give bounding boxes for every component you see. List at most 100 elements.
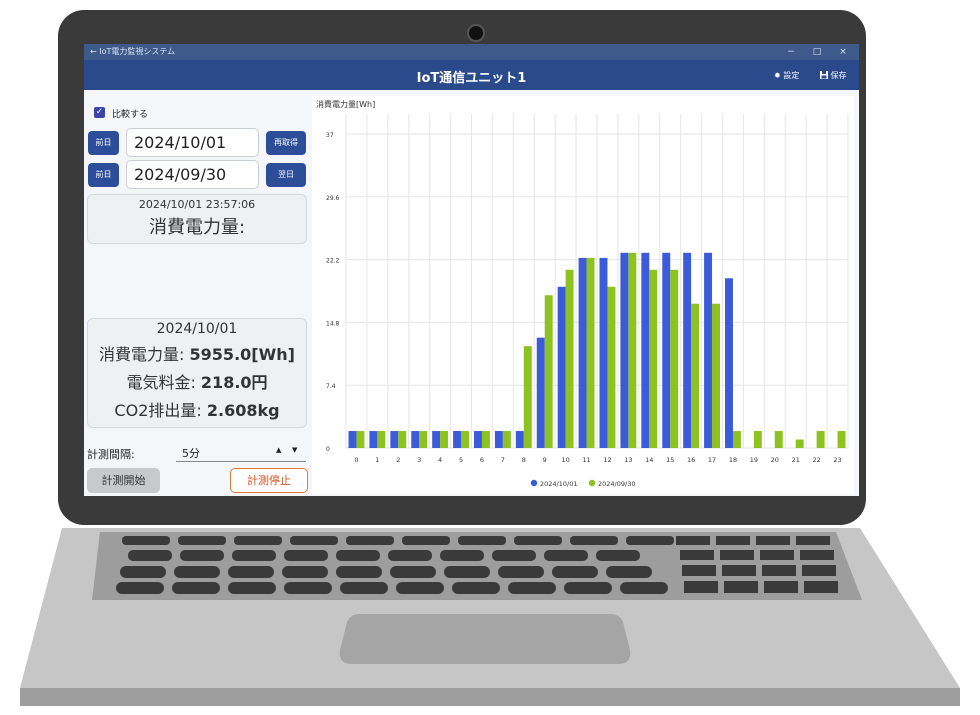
- bar-2024/09/30-18: [732, 431, 741, 448]
- daily-summary-panel: 2024/10/01 消費電力量: 5955.0[Wh] 電気料金: 218.0…: [87, 318, 307, 428]
- power-chart: 消費電力量[Wh]07.414.822.229.6370 1 2 3 4 5 6 7 8 9 10 1…: [312, 96, 854, 494]
- x-tick-label: 6: [480, 456, 484, 464]
- x-tick-label: 23: [833, 456, 841, 464]
- maximize-button[interactable]: □: [810, 44, 824, 60]
- x-tick-label: 17: [708, 456, 716, 464]
- next-day-button[interactable]: 翌日: [266, 163, 306, 187]
- x-tick-label: 19: [750, 456, 758, 464]
- summary-fee-value: 218.0円: [200, 373, 268, 392]
- bar-2024/10/01-17: [704, 252, 713, 448]
- bar-2024/10/01-6: [474, 431, 482, 448]
- bar-2024/09/30-5: [461, 431, 469, 448]
- bar-2024/09/30-14: [649, 269, 658, 448]
- back-arrow-icon[interactable]: ←: [90, 47, 97, 56]
- reload-button[interactable]: 再取得: [266, 131, 306, 155]
- x-tick-label: 14: [645, 456, 653, 464]
- bar-2024/10/01-3: [411, 431, 420, 448]
- x-tick-label: 9: [543, 456, 547, 464]
- bar-2024/09/30-19: [753, 431, 762, 448]
- date-field-2[interactable]: 2024/09/30 (月): [126, 160, 259, 211]
- bar-2024/10/01-4: [432, 431, 441, 448]
- bar-2024/09/30-0: [356, 431, 365, 448]
- interval-label: 計測間隔:: [87, 448, 135, 461]
- x-tick-label: 21: [792, 456, 800, 464]
- bar-2024/10/01-18: [725, 278, 733, 448]
- y-axis-title: 消費電力量[Wh]: [316, 99, 375, 109]
- x-tick-label: 0: [354, 456, 358, 464]
- bar-2024/10/01-12: [599, 257, 608, 448]
- x-tick-label: 20: [771, 456, 779, 464]
- app-header: IoT通信ユニット1 ✹ 設定 保存: [84, 60, 859, 90]
- x-tick-label: 7: [501, 456, 505, 464]
- bar-2024/09/30-12: [607, 286, 616, 448]
- bar-2024/09/30-15: [670, 269, 679, 448]
- bar-2024/09/30-16: [691, 303, 700, 448]
- bar-2024/09/30-4: [440, 431, 449, 448]
- compare-label: 比較する: [112, 110, 149, 120]
- summary-fee: 電気料金: 218.0円: [126, 373, 268, 392]
- bar-2024/09/30-17: [712, 303, 720, 448]
- summary-power: 消費電力量: 5955.0[Wh]: [99, 345, 295, 364]
- x-tick-label: 22: [812, 456, 820, 464]
- bar-2024/10/01-1: [369, 431, 378, 448]
- x-tick-label: 13: [624, 456, 632, 464]
- bar-2024/10/01-8: [515, 431, 524, 448]
- bar-2024/09/30-1: [377, 431, 386, 448]
- bar-2024/10/01-5: [453, 431, 462, 448]
- y-tick-label: 14.8: [326, 320, 340, 327]
- x-tick-label: 2: [396, 456, 400, 464]
- bar-2024/10/01-14: [641, 252, 650, 448]
- y-tick-label: 7.4: [326, 383, 336, 390]
- y-tick-label: 37: [326, 132, 334, 139]
- bar-2024/10/01-13: [620, 252, 629, 448]
- x-tick-label: 3: [417, 456, 421, 464]
- x-tick-label: 4: [438, 456, 442, 464]
- bar-2024/09/30-7: [502, 431, 511, 448]
- save-icon: [820, 71, 828, 79]
- bar-2024/09/30-8: [523, 346, 532, 448]
- page-title: IoT通信ユニット1: [416, 71, 527, 86]
- bar-2024/09/30-13: [628, 252, 637, 448]
- bar-2024/09/30-23: [837, 431, 846, 448]
- bar-2024/10/01-16: [683, 252, 692, 448]
- spin-down-icon[interactable]: ▼: [292, 446, 297, 454]
- bar-2024/09/30-6: [481, 431, 490, 448]
- legend-marker: [530, 479, 538, 487]
- bar-2024/10/01-10: [557, 286, 566, 448]
- interval-select[interactable]: 5分 ▲ ▼: [176, 443, 306, 462]
- bar-2024/10/01-0: [348, 431, 357, 448]
- bar-2024/10/01-7: [494, 431, 503, 448]
- prev-day-button-2[interactable]: 前日: [88, 163, 119, 187]
- touchpad: [339, 614, 631, 664]
- x-tick-label: 8: [522, 456, 526, 464]
- window-titlebar: ← IoT電力監視システム − □ ×: [84, 44, 859, 60]
- current-reading-panel: 2024/10/01 23:57:06 消費電力量:: [87, 194, 307, 244]
- window-title: ← IoT電力監視システム: [90, 47, 176, 56]
- gear-icon: ✹: [774, 71, 781, 80]
- bar-2024/10/01-15: [662, 252, 671, 448]
- minimize-button[interactable]: −: [784, 44, 798, 60]
- legend-label: 2024/09/30: [598, 480, 635, 488]
- settings-button[interactable]: ✹ 設定: [774, 70, 799, 81]
- close-button[interactable]: ×: [836, 44, 850, 60]
- webcam: [467, 24, 485, 42]
- x-tick-label: 18: [729, 456, 737, 464]
- x-tick-label: 10: [561, 456, 569, 464]
- summary-power-value: 5955.0[Wh]: [189, 345, 295, 364]
- save-button[interactable]: 保存: [820, 70, 847, 81]
- legend-label: 2024/10/01: [540, 480, 577, 488]
- bar-2024/09/30-10: [565, 269, 574, 448]
- bar-2024/10/01-9: [536, 337, 545, 448]
- y-tick-label: 0: [326, 446, 330, 453]
- stop-measure-button[interactable]: 計測停止: [230, 468, 308, 493]
- prev-day-button-1[interactable]: 前日: [88, 131, 119, 155]
- y-tick-label: 29.6: [326, 195, 340, 202]
- compare-checkbox[interactable]: ✓: [94, 107, 105, 118]
- bar-2024/09/30-22: [816, 431, 825, 448]
- start-measure-button[interactable]: 計測開始: [87, 468, 160, 493]
- spin-up-icon[interactable]: ▲: [276, 446, 281, 454]
- date-field-1[interactable]: 2024/10/01 (火): [126, 128, 259, 179]
- legend-marker: [588, 479, 596, 487]
- summary-co2-value: 2.608kg: [206, 401, 280, 420]
- bar-2024/09/30-2: [398, 431, 407, 448]
